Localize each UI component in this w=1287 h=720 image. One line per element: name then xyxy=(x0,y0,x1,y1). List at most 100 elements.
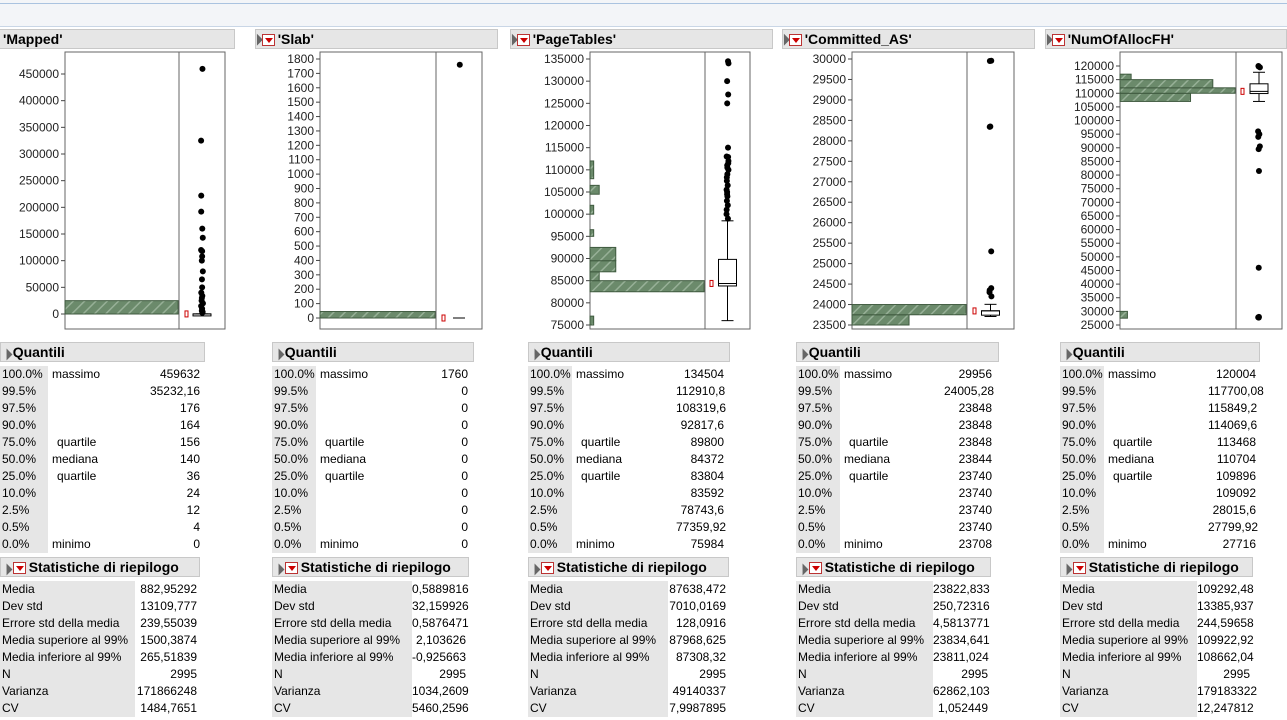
red-triangle-menu-icon[interactable] xyxy=(262,34,275,46)
summary-label: Media inferiore al 99% xyxy=(528,649,668,666)
summary-header[interactable]: ◢ Statistiche di riepilogo xyxy=(1060,557,1253,577)
mean-diamond xyxy=(710,280,713,286)
quantile-percent: 0.0% xyxy=(528,536,572,553)
summary-label: Media xyxy=(272,581,412,598)
outlier-point xyxy=(1257,64,1263,70)
column-title: 'Slab' xyxy=(278,31,314,47)
quantile-value: 156 xyxy=(148,434,200,451)
summary-row: Media superiore al 99% 1500,3874 xyxy=(0,632,200,649)
summary-value: -0,925663 xyxy=(412,649,466,666)
red-triangle-menu-icon[interactable] xyxy=(809,562,822,574)
y-tick-label: 29500 xyxy=(813,72,847,86)
summary-value: 2995 xyxy=(933,666,988,683)
quantile-row: 0.0% minimo 23708 xyxy=(796,536,999,553)
y-tick-label: 400 xyxy=(294,253,314,267)
summary-row: Dev std 250,72316 xyxy=(796,598,991,615)
summary-label: N xyxy=(528,666,668,683)
histogram-bar xyxy=(65,301,178,314)
y-tick-label: 75000 xyxy=(1081,182,1115,196)
y-tick-label: 1100 xyxy=(288,153,314,167)
quantile-value: 459632 xyxy=(148,366,200,383)
quantile-value: 28015,6 xyxy=(1208,502,1256,519)
outlier-point xyxy=(199,258,205,264)
quantile-row: 90.0% 92817,6 xyxy=(528,417,730,434)
quantiles-title: Quantili xyxy=(1073,344,1125,360)
quantile-value: 83804 xyxy=(676,468,724,485)
outlier-point xyxy=(1256,265,1262,271)
summary-label: Media inferiore al 99% xyxy=(1060,649,1197,666)
summary-row: Media superiore al 99% 2,103626 xyxy=(272,632,469,649)
summary-value: 49140337 xyxy=(668,683,726,700)
quantile-percent: 75.0% xyxy=(528,434,572,451)
quantile-value: 108319,6 xyxy=(676,400,724,417)
outlier-point xyxy=(1256,168,1262,174)
summary-row: Varianza 49140337 xyxy=(528,683,729,700)
quantile-row: 100.0% massimo 459632 xyxy=(0,366,205,383)
summary-row: Errore std della media 239,55039 xyxy=(0,615,200,632)
quantiles-header[interactable]: ◢Quantili xyxy=(796,342,999,362)
summary-title: Statistiche di riepilogo xyxy=(301,559,451,575)
summary-row: Media 109292,48 xyxy=(1060,581,1253,598)
quantiles-header[interactable]: ◢Quantili xyxy=(272,342,474,362)
y-tick-label: 30000 xyxy=(813,52,847,66)
y-tick-label: 300000 xyxy=(19,147,59,161)
quantile-value: 120004 xyxy=(1208,366,1256,383)
summary-header[interactable]: ◢ Statistiche di riepilogo xyxy=(528,557,729,577)
quantile-row: 2.5% 0 xyxy=(272,502,474,519)
summary-label: Errore std della media xyxy=(272,615,412,632)
summary-label: Media xyxy=(528,581,668,598)
histogram-bar xyxy=(590,161,594,179)
quantile-percent: 97.5% xyxy=(1060,400,1104,417)
y-tick-label: 800 xyxy=(294,196,314,210)
y-tick-label: 26000 xyxy=(813,216,847,230)
quantiles-header[interactable]: ◢Quantili xyxy=(0,342,205,362)
y-tick-label: 1600 xyxy=(287,81,314,95)
red-triangle-menu-icon[interactable] xyxy=(517,34,530,46)
quantile-percent: 100.0% xyxy=(796,366,840,383)
y-tick-label: 35000 xyxy=(1081,291,1115,305)
summary-label: CV xyxy=(1060,700,1197,717)
summary-value: 7010,0169 xyxy=(668,598,726,615)
red-triangle-menu-icon[interactable] xyxy=(541,562,554,574)
quantile-label: quartile xyxy=(325,434,364,451)
quantiles-header[interactable]: ◢Quantili xyxy=(528,342,730,362)
quantile-row: 99.5% 35232,16 xyxy=(0,383,205,400)
quantile-value: 23740 xyxy=(944,468,992,485)
summary-header[interactable]: ◢ Statistiche di riepilogo xyxy=(272,557,469,577)
outlier-point xyxy=(200,268,206,274)
quantile-value: 89800 xyxy=(676,434,724,451)
summary-value: 5460,2596 xyxy=(412,700,466,717)
y-tick-label: 700 xyxy=(294,210,314,224)
summary-header[interactable]: ◢ Statistiche di riepilogo xyxy=(796,557,991,577)
summary-label: Media inferiore al 99% xyxy=(272,649,412,666)
summary-label: Errore std della media xyxy=(796,615,933,632)
y-tick-label: 25500 xyxy=(813,236,847,250)
quantile-percent: 75.0% xyxy=(796,434,840,451)
y-tick-label: 28000 xyxy=(813,134,847,148)
quantile-percent: 99.5% xyxy=(796,383,840,400)
quantile-label: quartile xyxy=(581,468,620,485)
red-triangle-menu-icon[interactable] xyxy=(285,562,298,574)
summary-label: Media superiore al 99% xyxy=(528,632,668,649)
quantile-label: minimo xyxy=(320,536,359,553)
red-triangle-menu-icon[interactable] xyxy=(1052,34,1065,46)
red-triangle-menu-icon[interactable] xyxy=(1073,562,1086,574)
y-tick-label: 105000 xyxy=(544,185,584,199)
quantile-value: 0 xyxy=(420,536,468,553)
y-tick-label: 25000 xyxy=(1081,318,1115,332)
quantiles-table: 100.0% massimo 459632 99.5% 35232,16 97.5% 176… xyxy=(0,366,205,553)
y-tick-label: 110000 xyxy=(545,163,584,177)
y-tick-label: 105000 xyxy=(1074,100,1114,114)
y-tick-label: 450000 xyxy=(19,67,59,81)
summary-value: 23834,641 xyxy=(933,632,988,649)
summary-label: Errore std della media xyxy=(0,615,135,632)
quantile-row: 97.5% 0 xyxy=(272,400,474,417)
histogram-bar xyxy=(590,185,599,194)
red-triangle-menu-icon[interactable] xyxy=(789,34,802,46)
summary-header[interactable]: ◢ Statistiche di riepilogo xyxy=(0,557,200,577)
y-tick-label: 120000 xyxy=(1074,59,1114,73)
quantile-percent: 10.0% xyxy=(272,485,316,502)
quantiles-header[interactable]: ◢Quantili xyxy=(1060,342,1260,362)
red-triangle-menu-icon[interactable] xyxy=(13,562,26,574)
quantile-row: 97.5% 176 xyxy=(0,400,205,417)
